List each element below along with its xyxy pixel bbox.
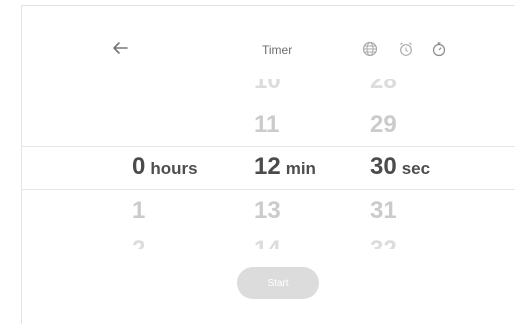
window-border-top [21,5,515,6]
back-arrow-icon[interactable] [108,36,132,60]
hours-next[interactable]: 1 [132,197,145,225]
hours-selected[interactable]: 0 hours [132,153,198,183]
alarm-clock-icon[interactable] [398,41,414,57]
minutes-next-partial[interactable]: 14 [254,236,281,249]
timer-screen: Timer 0 hours 1 10 11 12 min 13 28 29 30… [0,0,515,324]
globe-icon[interactable] [362,41,378,57]
hours-next-partial[interactable]: 2 [132,236,145,249]
minutes-prev[interactable]: 11 [254,111,279,139]
minutes-selected[interactable]: 12 min [254,153,316,183]
seconds-next[interactable]: 31 [370,197,397,225]
stopwatch-icon[interactable] [431,41,447,57]
seconds-next-partial[interactable]: 32 [370,236,397,249]
minutes-next[interactable]: 13 [254,197,281,225]
header-bar: Timer [22,26,515,74]
seconds-selected[interactable]: 30 sec [370,153,430,183]
page-title: Timer [262,43,293,57]
minutes-prev-partial[interactable]: 10 [254,79,281,95]
seconds-prev-partial[interactable]: 28 [370,79,397,95]
seconds-prev[interactable]: 29 [370,111,397,139]
start-button[interactable]: Start [237,267,319,299]
